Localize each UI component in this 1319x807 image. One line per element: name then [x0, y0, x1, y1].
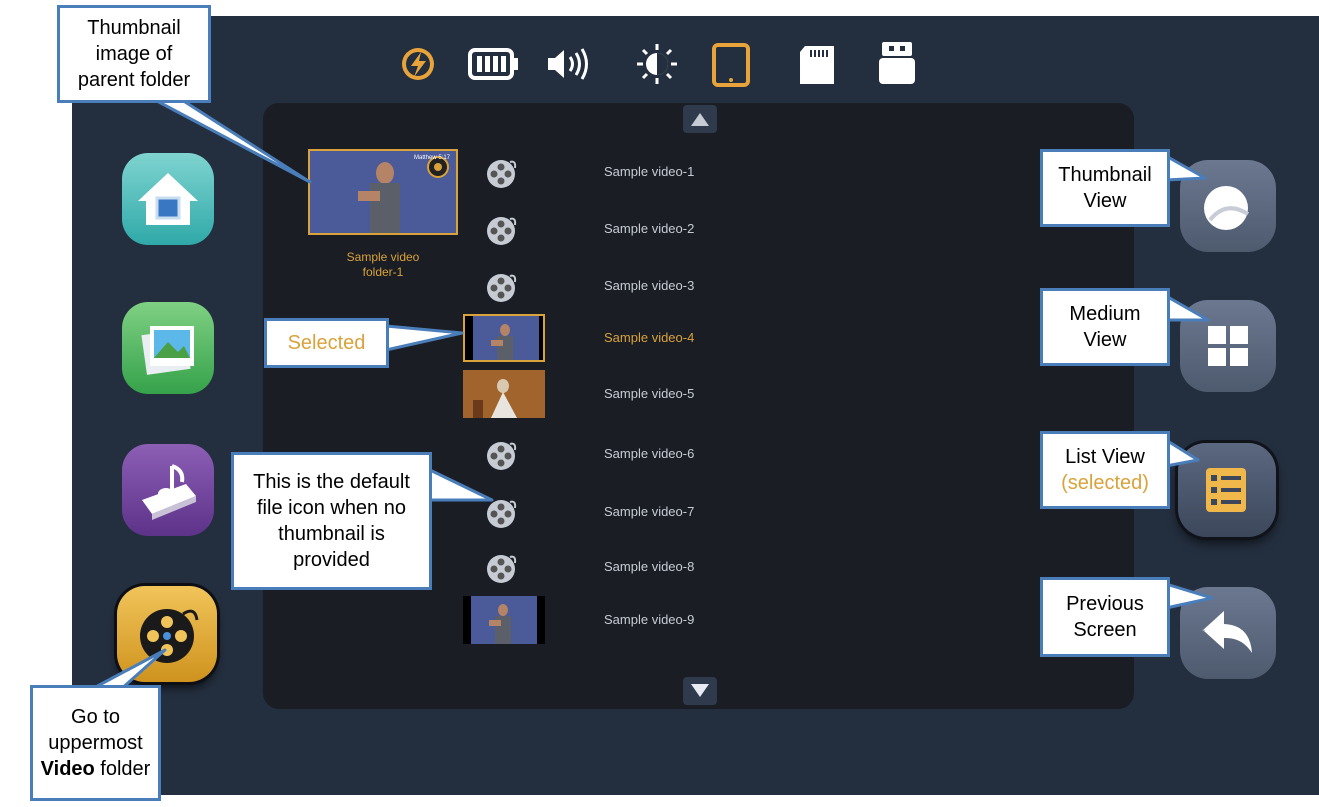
callout-medium-view: Medium View [1040, 288, 1170, 366]
callout-thumbnail-view: Thumbnail View [1040, 149, 1170, 227]
callout-folder-thumbnail: Thumbnail image of parent folder [57, 5, 211, 103]
callout-previous-screen: Previous Screen [1040, 577, 1170, 657]
callout-default-icon: This is the default file icon when no th… [231, 452, 432, 590]
callout-video-folder: Go to uppermost Video folder [30, 685, 161, 801]
callout-list-view: List View (selected) [1040, 431, 1170, 509]
callout-pointers [88, 98, 1214, 692]
callout-selected: Selected [264, 318, 389, 368]
